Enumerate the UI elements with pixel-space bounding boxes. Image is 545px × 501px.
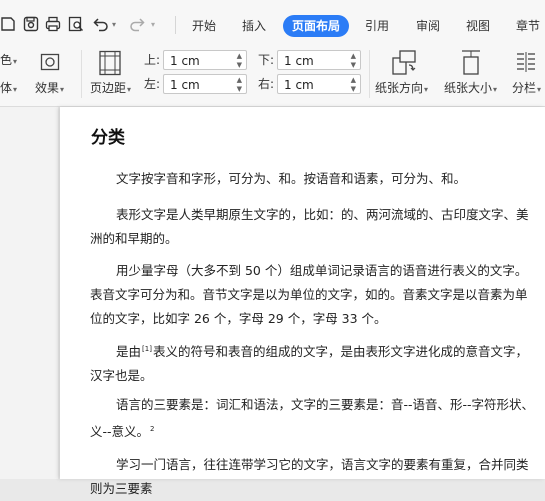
orientation-icon[interactable] <box>391 49 417 76</box>
print-preview-icon[interactable] <box>67 15 85 33</box>
right-margin-value: 1 cm <box>284 78 314 92</box>
top-margin-value: 1 cm <box>170 54 200 68</box>
tab-page-layout[interactable]: 页面布局 <box>283 15 350 37</box>
effects-button[interactable]: 效果▾ <box>35 80 64 98</box>
spin-up-icon[interactable]: ▲ <box>237 52 242 60</box>
document-heading: 分类 <box>91 128 125 148</box>
left-margin-label: 左: <box>144 77 161 91</box>
tab-insert[interactable]: 插入 <box>242 17 266 35</box>
effects-label: 效果 <box>35 81 60 95</box>
theme-font-label: 字体 <box>0 81 13 95</box>
footnote-ref[interactable]: [1] <box>142 345 152 353</box>
ribbon-divider <box>81 50 82 98</box>
spin-up-icon[interactable]: ▲ <box>351 76 356 84</box>
top-margin-label: 上: <box>144 53 161 67</box>
footnote-ref[interactable]: 2 <box>150 425 154 433</box>
orientation-button[interactable]: 纸张方向▾ <box>375 80 428 98</box>
tab-sections[interactable]: 章节 <box>516 17 540 35</box>
save-icon[interactable] <box>22 15 40 33</box>
left-margin-field[interactable]: 1 cm ▲ ▼ <box>163 74 247 94</box>
tab-review[interactable]: 审阅 <box>416 17 440 35</box>
spin-down-icon[interactable]: ▼ <box>237 61 242 69</box>
margins-icon[interactable] <box>98 50 122 76</box>
document-page[interactable]: 分类 文字按字音和字形，可分为、和。按语音和语素，可分为、和。 表形文字是人类早… <box>60 107 545 496</box>
spin-up-icon[interactable]: ▲ <box>351 52 356 60</box>
theme-color-label: 颜色 <box>0 53 13 67</box>
paragraph-3: 用少量字母（大多不到 50 个）组成单词记录语言的语音进行表义的文字。表音文字可… <box>90 263 528 326</box>
undo-dropdown-icon[interactable]: ▾ <box>112 20 116 29</box>
effects-icon[interactable] <box>40 53 60 71</box>
paragraph-1: 文字按字音和字形，可分为、和。按语音和语素，可分为、和。 <box>116 171 467 186</box>
paragraph-4-start: 是由 <box>116 344 142 359</box>
margins-label: 页边距 <box>90 81 127 95</box>
margins-button[interactable]: 页边距▾ <box>90 80 131 98</box>
paper-size-label: 纸张大小 <box>444 81 493 95</box>
top-margin-field[interactable]: 1 cm ▲ ▼ <box>163 50 247 70</box>
paper-size-icon[interactable] <box>460 49 482 76</box>
ribbon-toolbar: 颜色▾ 字体▾ 效果▾ 页边距▾ 上: 1 cm ▲ ▼ 下: 1 cm ▲ ▼… <box>0 44 545 107</box>
theme-color-button[interactable]: 颜色▾ <box>0 52 17 70</box>
paper-size-button[interactable]: 纸张大小▾ <box>444 80 497 98</box>
paragraph-6: 学习一门语言，往往连带学习它的文字，语言文字的要素有重复，合并同类则为三要素 <box>90 457 529 496</box>
bottom-margin-field[interactable]: 1 cm ▲ ▼ <box>277 50 361 70</box>
theme-font-button[interactable]: 字体▾ <box>0 80 17 98</box>
spin-down-icon[interactable]: ▼ <box>237 85 242 93</box>
columns-button[interactable]: 分栏▾ <box>512 80 541 98</box>
undo-icon[interactable] <box>92 15 110 33</box>
tab-start[interactable]: 开始 <box>192 17 216 35</box>
ribbon-divider <box>369 50 370 98</box>
paragraph-4-rest: 表义的符号和表音的组成的文字，是由表形文字进化成的意音文字，汉字也是。 <box>90 344 528 383</box>
left-margin-value: 1 cm <box>170 78 200 92</box>
tab-references[interactable]: 引用 <box>365 17 389 35</box>
columns-icon[interactable] <box>515 51 537 75</box>
redo-dropdown-icon[interactable]: ▾ <box>151 20 155 29</box>
spin-up-icon[interactable]: ▲ <box>237 76 242 84</box>
right-margin-label: 右: <box>258 77 275 91</box>
paragraph-5: 语言的三要素是：词汇和语法，文字的三要素是：音--语音、形--字符形状、义--意… <box>90 393 536 444</box>
columns-label: 分栏 <box>512 81 537 95</box>
tab-view[interactable]: 视图 <box>466 17 490 35</box>
paragraph-5-text: 语言的三要素是：词汇和语法，文字的三要素是：音--语音、形--字符形状、义--意… <box>90 397 535 439</box>
right-margin-field[interactable]: 1 cm ▲ ▼ <box>277 74 361 94</box>
toolbar-divider <box>175 16 176 34</box>
redo-icon[interactable] <box>128 15 146 33</box>
top-bar: ▾ ▾ 开始 插入 页面布局 引用 审阅 视图 章节 <box>0 0 545 44</box>
paragraph-2: 表形文字是人类早期原生文字的，比如：的、两河流域的、古印度文字、美洲的和早期的。 <box>90 207 529 246</box>
bottom-margin-label: 下: <box>258 53 275 67</box>
canvas-margin-area <box>0 107 58 479</box>
spin-down-icon[interactable]: ▼ <box>351 85 356 93</box>
print-icon[interactable] <box>44 15 62 33</box>
paragraph-4: 是由[1]表义的符号和表音的组成的文字，是由表形文字进化成的意音文字，汉字也是。 <box>90 337 536 388</box>
orientation-label: 纸张方向 <box>375 81 424 95</box>
file-icon[interactable] <box>0 15 18 33</box>
spin-down-icon[interactable]: ▼ <box>351 61 356 69</box>
bottom-margin-value: 1 cm <box>284 54 314 68</box>
